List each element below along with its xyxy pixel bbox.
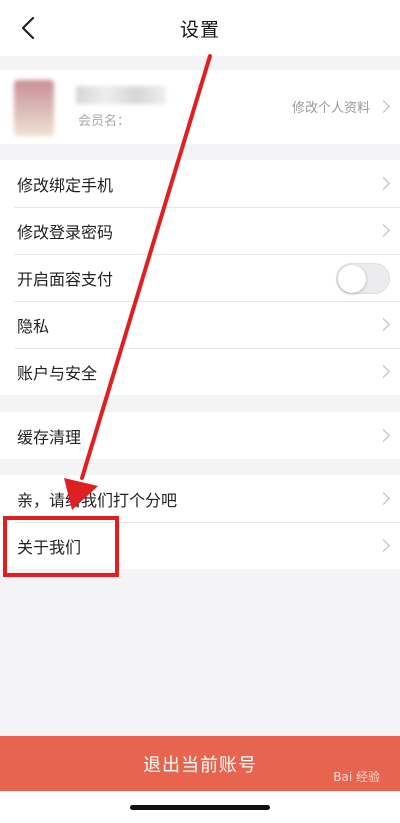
settings-group-cache: 缓存清理 <box>0 412 400 459</box>
row-label: 亲，请给我们打个分吧 <box>17 490 178 510</box>
row-face-payment: 开启面容支付 <box>0 254 400 301</box>
chevron-right-icon <box>377 100 390 113</box>
chevron-right-icon <box>377 365 390 378</box>
avatar <box>14 80 54 136</box>
row-change-phone[interactable]: 修改绑定手机 <box>0 160 400 207</box>
chevron-right-icon <box>377 318 390 331</box>
home-indicator <box>130 805 270 810</box>
chevron-right-icon <box>377 224 390 237</box>
row-account-security[interactable]: 账户与安全 <box>0 348 400 395</box>
back-chevron-icon[interactable] <box>14 14 42 42</box>
row-change-password[interactable]: 修改登录密码 <box>0 207 400 254</box>
member-name-label: 会员名： <box>78 114 131 129</box>
row-label: 修改登录密码 <box>17 222 114 242</box>
blurred-username <box>76 86 166 104</box>
highlight-box <box>3 516 119 577</box>
chevron-right-icon <box>377 177 390 190</box>
row-label: 缓存清理 <box>17 427 82 447</box>
home-indicator-area <box>0 791 400 823</box>
row-privacy[interactable]: 隐私 <box>0 301 400 348</box>
toggle-knob <box>338 265 366 293</box>
row-label: 开启面容支付 <box>17 269 114 289</box>
edit-profile-link[interactable]: 修改个人资料 <box>292 97 370 116</box>
chevron-right-icon <box>377 539 390 552</box>
row-label: 账户与安全 <box>17 363 98 383</box>
row-label: 修改绑定手机 <box>17 175 114 195</box>
page-title: 设置 <box>179 18 220 41</box>
profile-card[interactable]: 会员名： 修改个人资料 <box>0 70 400 144</box>
row-clear-cache[interactable]: 缓存清理 <box>0 412 400 459</box>
row-rate-us[interactable]: 亲，请给我们打个分吧 <box>0 475 400 522</box>
face-payment-toggle[interactable] <box>336 263 390 294</box>
chevron-right-icon <box>377 429 390 442</box>
settings-group-account: 修改绑定手机 修改登录密码 开启面容支付 隐私 账户与安全 <box>0 160 400 395</box>
chevron-right-icon <box>377 492 390 505</box>
watermark-logo: Bai 经验 <box>333 770 380 784</box>
row-label: 隐私 <box>17 316 50 336</box>
navbar: 设置 <box>0 0 400 56</box>
